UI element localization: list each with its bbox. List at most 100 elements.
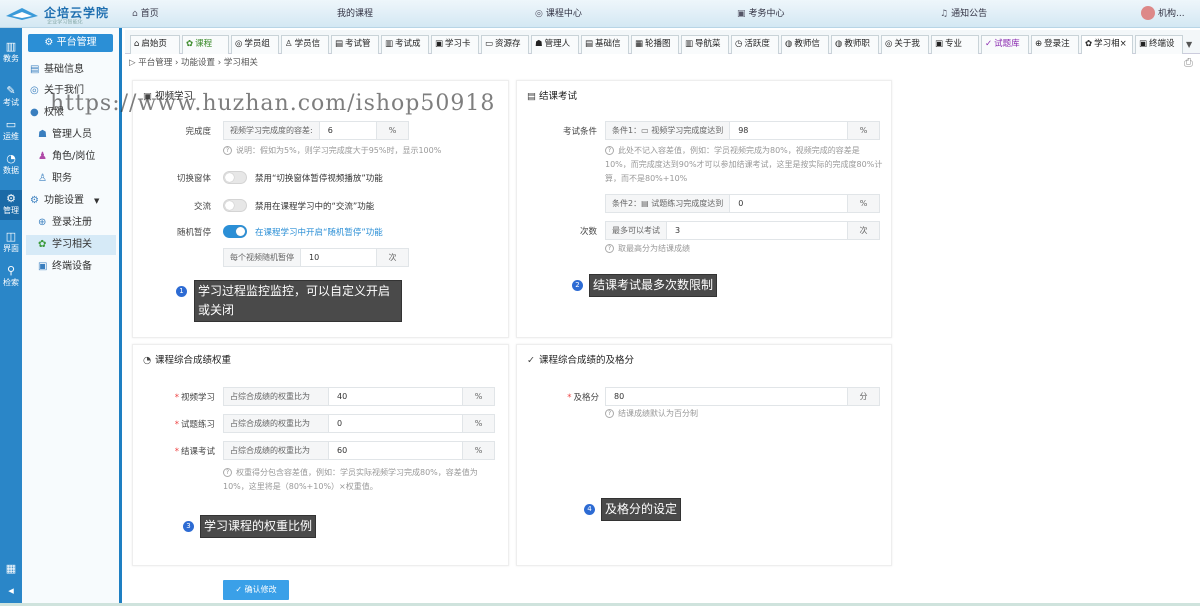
tab-teacher-info[interactable]: ◍ 教师信 [781, 35, 829, 54]
callout-number-3: 3 [183, 521, 194, 532]
weight-video-value[interactable]: 40 [329, 388, 462, 405]
tab-student-group[interactable]: ◎ 学员组 [231, 35, 279, 54]
device-icon: ▣ [38, 261, 48, 272]
breadcrumb-icon: ▷ [129, 58, 139, 68]
pie-icon: ◔ [6, 152, 16, 165]
panel-title: ◔ 课程综合成绩权重 [143, 355, 232, 366]
tab-nav-menu[interactable]: ▥ 导航菜 [681, 35, 729, 54]
pass-score-hint: ? 结课成绩默认为百分制 [605, 407, 875, 421]
monitor-icon: ▭ [5, 118, 17, 131]
leftbar-exam[interactable]: ✎ 考试 [0, 84, 22, 108]
grid-icon[interactable]: ▦ [0, 562, 22, 575]
exam-condition-label: 考试条件 [562, 127, 597, 137]
weight-video-input-group[interactable]: 占综合成绩的权重比为 40 % [223, 387, 495, 406]
tab-admins[interactable]: ☗ 管理人 [531, 35, 579, 54]
layout-icon: ◫ [5, 230, 17, 243]
edit-icon: ✎ [6, 84, 16, 97]
callout-3: 学习课程的权重比例 [200, 515, 317, 538]
weight-exam-value[interactable]: 60 [329, 442, 462, 459]
home-icon: ⌂ [132, 9, 138, 19]
left-icon-bar: ▥ 教务 ✎ 考试 ▭ 运维 ◔ 数据 ⚙ 管理 ◫ 界面 ⚲ 检索 ▦ ◂ [0, 28, 22, 606]
leftbar-manage[interactable]: ⚙ 管理 [0, 190, 22, 220]
tab-student-info[interactable]: ♙ 学员信 [281, 35, 329, 54]
tab-question-bank[interactable]: ✓ 试题库 [981, 35, 1029, 54]
nav-notices[interactable]: ♫ 通知公告 [940, 0, 987, 28]
login-icon: ⊕ [38, 217, 47, 228]
menu-item-devices[interactable]: ▣ 终端设备 [38, 257, 92, 277]
tab-exam-manage[interactable]: ▤ 考试管 [331, 35, 379, 54]
tab-carousel[interactable]: ▦ 轮播图 [631, 35, 679, 54]
leftbar-data[interactable]: ◔ 数据 [0, 152, 22, 176]
weight-exam-label: * 结课考试 [174, 447, 215, 457]
menu-head[interactable]: ⚙ 平台管理 [28, 34, 113, 52]
weight-practice-value[interactable]: 0 [329, 415, 462, 432]
menu-item-study[interactable]: ✿ 学习相关 [26, 235, 116, 255]
user-icon: ● [30, 107, 39, 118]
menu-item-admins[interactable]: ☗ 管理人员 [38, 125, 92, 145]
logo[interactable]: 企培云学院 企业学习智能化 [4, 3, 122, 25]
exam-times-input-group[interactable]: 最多可以考试 3 次 [605, 221, 880, 240]
tab-devices[interactable]: ▣ 终端设 [1135, 35, 1183, 54]
user-avatar[interactable] [1141, 6, 1155, 20]
callout-number-1: 1 [176, 286, 187, 297]
save-button[interactable]: ✓ 确认修改 [223, 580, 289, 600]
random-pause-input-group[interactable]: 每个视频随机暂停 10 次 [223, 248, 409, 267]
tab-login-register[interactable]: ⊕ 登录注 [1031, 35, 1079, 54]
exchange-toggle[interactable] [223, 199, 247, 212]
weight-practice-input-group[interactable]: 占综合成绩的权重比为 0 % [223, 414, 495, 433]
collapse-icon[interactable]: ◂ [0, 584, 22, 597]
tab-activity[interactable]: ◷ 活跃度 [731, 35, 779, 54]
nav-course-center[interactable]: ◎ 课程中心 [535, 0, 582, 28]
nav-user[interactable]: 机构... [1158, 0, 1185, 28]
gear-icon: ⚙ [6, 192, 16, 205]
leftbar-ops[interactable]: ▭ 运维 [0, 118, 22, 142]
switch-window-toggle[interactable] [223, 171, 247, 184]
tab-about[interactable]: ◎ 关于我 [881, 35, 929, 54]
nav-my-courses[interactable]: 我的课程 [337, 0, 373, 28]
completion-value[interactable]: 6 [320, 122, 376, 139]
random-pause-label: 随机暂停 [176, 228, 211, 238]
panel-title: ✓ 课程综合成绩的及格分 [527, 355, 635, 366]
completion-input-group[interactable]: 视频学习完成度的容差: 6 % [223, 121, 409, 140]
pass-score-value[interactable]: 80 [606, 388, 847, 405]
tab-major[interactable]: ▣ 专业 [931, 35, 979, 54]
callout-number-2: 2 [572, 280, 583, 291]
leftbar-search[interactable]: ⚲ 检索 [0, 264, 22, 288]
users-icon: ☗ [38, 129, 47, 140]
tab-teacher-title[interactable]: ◍ 教师职 [831, 35, 879, 54]
random-pause-toggle[interactable] [223, 225, 247, 238]
tab-study-current[interactable]: ✿ 学习相× [1081, 35, 1133, 54]
weight-video-label: * 视频学习 [174, 393, 215, 403]
condition2-input-group[interactable]: 条件2：▤ 试题练习完成度达到 0 % [605, 194, 880, 213]
condition2-value[interactable]: 0 [730, 195, 847, 212]
menu-item-login-register[interactable]: ⊕ 登录注册 [38, 213, 92, 233]
weight-hint: ? 权重得分包含容差值，例如：学员实际视频学习完成80%，容差值为10%，这里将是… [223, 468, 478, 491]
tab-resource[interactable]: ▭ 资源存 [481, 35, 529, 54]
tab-course[interactable]: ✿ 课程 [182, 35, 229, 54]
weight-exam-input-group[interactable]: 占综合成绩的权重比为 60 % [223, 441, 495, 460]
pass-score-input-group[interactable]: 80 分 [605, 387, 880, 406]
callout-1: 学习过程监控监控，可以自定义开启或关闭 [194, 280, 402, 322]
nav-home[interactable]: ⌂ 首页 [132, 0, 159, 28]
leftbar-interface[interactable]: ◫ 界面 [0, 230, 22, 254]
tab-study-card[interactable]: ▣ 学习卡 [431, 35, 479, 54]
study-icon: ✿ [38, 239, 47, 250]
tab-home[interactable]: ⌂ 启始页 [130, 35, 180, 54]
exam-times-value[interactable]: 3 [667, 222, 847, 239]
tab-basic-info[interactable]: ▤ 基础信 [581, 35, 629, 54]
leftbar-teaching[interactable]: ▥ 教务 [0, 40, 22, 64]
tab-exam-score[interactable]: ▥ 考试成 [381, 35, 429, 54]
chevron-down-icon[interactable]: ▼ [1186, 40, 1192, 49]
exchange-label: 交流 [193, 202, 211, 212]
menu-item-roles[interactable]: ♟ 角色/岗位 [38, 147, 95, 167]
print-icon[interactable]: ⎙ [1184, 56, 1193, 70]
condition1-input-group[interactable]: 条件1：▭ 视频学习完成度达到 98 % [605, 121, 880, 140]
condition1-value[interactable]: 98 [730, 122, 847, 139]
menu-item-positions[interactable]: ♙ 职务 [38, 169, 72, 189]
search-icon: ⚲ [6, 264, 16, 277]
random-pause-value[interactable]: 10 [301, 249, 376, 266]
help-icon: ? [605, 244, 614, 253]
nav-exam-center[interactable]: ▣ 考务中心 [737, 0, 785, 28]
menu-item-features[interactable]: ⚙ 功能设置 ▼ [30, 191, 99, 211]
menu-item-basic-info[interactable]: ▤ 基础信息 [30, 60, 84, 80]
